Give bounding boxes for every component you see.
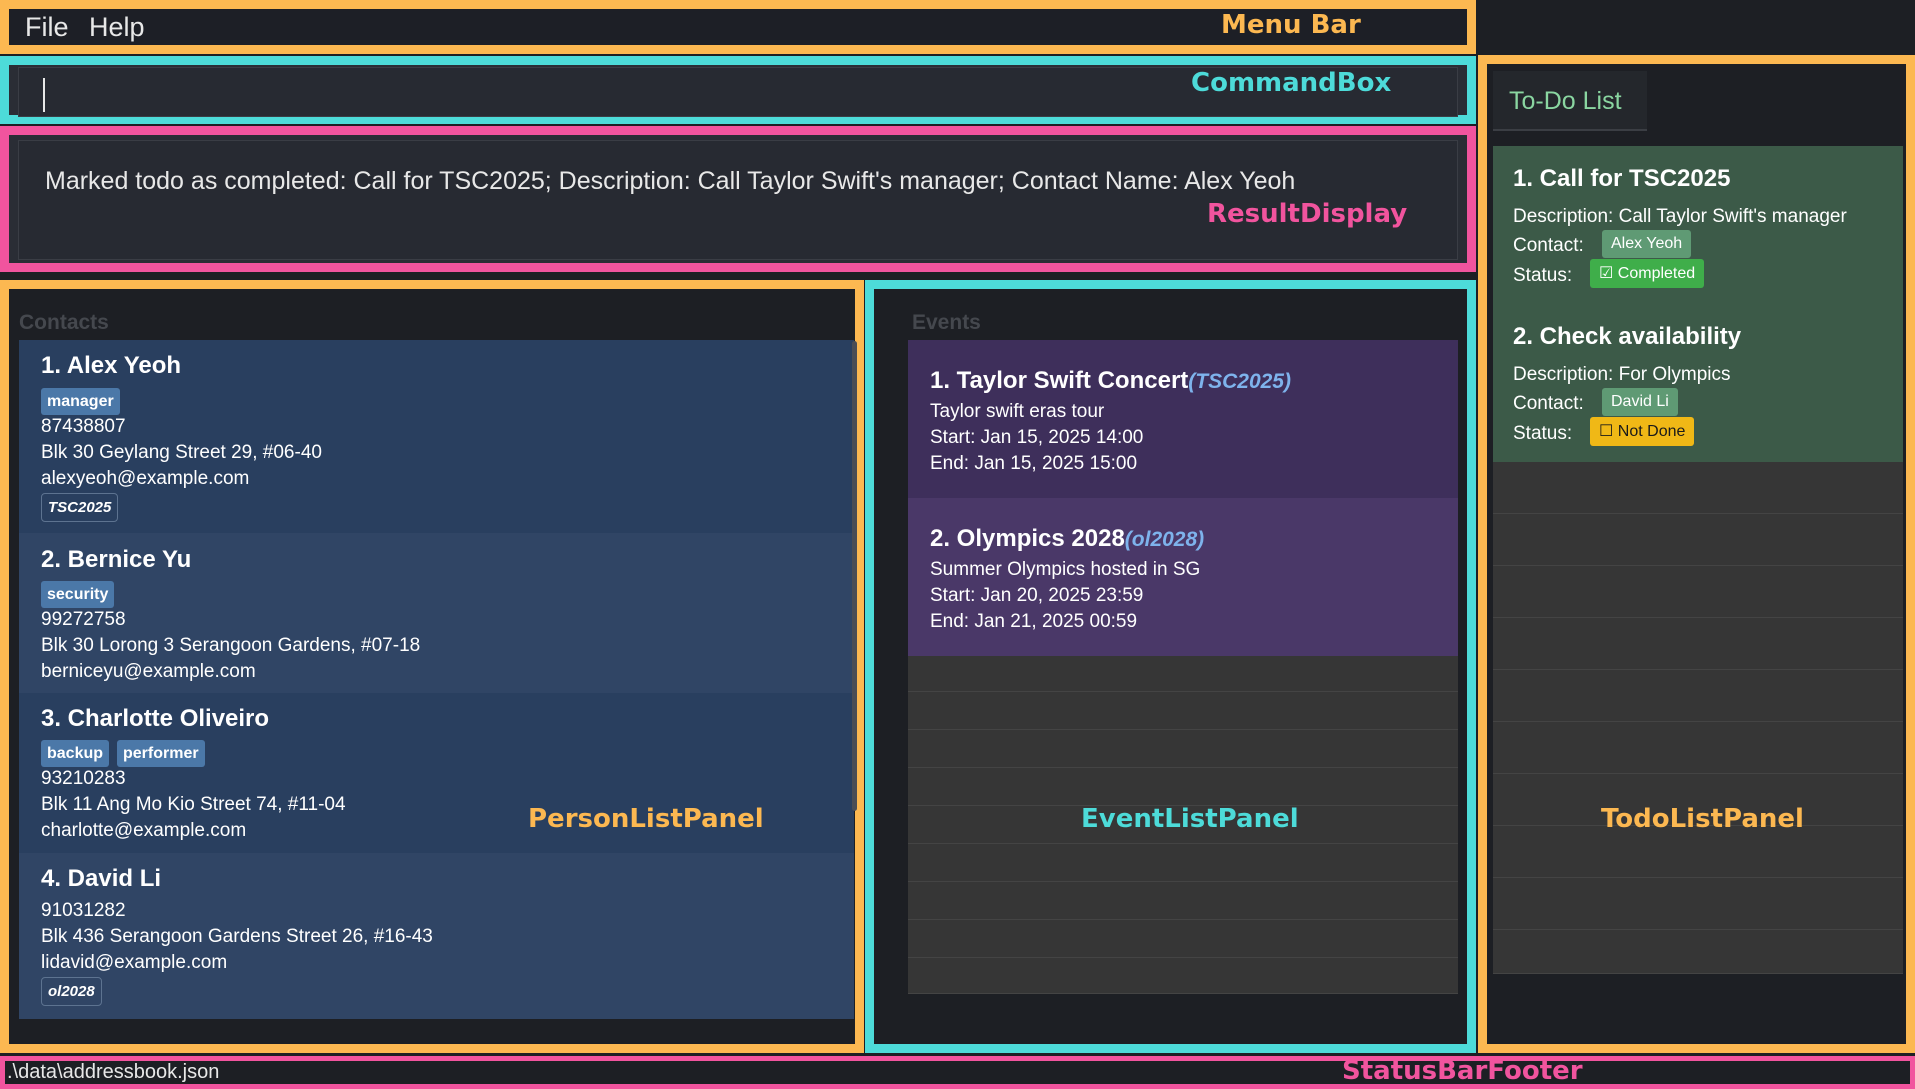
person-tag: backup bbox=[41, 740, 110, 767]
empty-row bbox=[908, 920, 1458, 958]
empty-row bbox=[908, 654, 1458, 692]
event-card[interactable]: 2. Olympics 2028(ol2028) Summer Olympics… bbox=[908, 498, 1458, 656]
todo-card[interactable]: 1. Call for TSC2025 Description: Call Ta… bbox=[1493, 146, 1903, 304]
person-address: Blk 436 Serangoon Gardens Street 26, #16… bbox=[41, 926, 433, 947]
contacts-title: Contacts bbox=[19, 311, 109, 334]
result-message: Marked todo as completed: Call for TSC20… bbox=[45, 167, 1296, 195]
empty-row bbox=[908, 730, 1458, 768]
person-email: berniceyu@example.com bbox=[41, 661, 256, 682]
event-end: End: Jan 21, 2025 00:59 bbox=[930, 611, 1138, 632]
events-title: Events bbox=[912, 311, 981, 334]
event-name-line: 1. Taylor Swift Concert(TSC2025) bbox=[930, 367, 1291, 395]
person-tag: manager bbox=[41, 388, 120, 415]
menu-bar: File Help Menu Bar bbox=[0, 0, 1476, 54]
person-email: alexyeoh@example.com bbox=[41, 468, 250, 489]
person-name: 2. Bernice Yu bbox=[41, 546, 192, 573]
event-tag: (ol2028) bbox=[1124, 528, 1205, 551]
todo-status-badge: ☑ Completed bbox=[1590, 259, 1705, 288]
person-phone: 93210283 bbox=[41, 768, 126, 789]
empty-row bbox=[1493, 618, 1903, 670]
event-start: Start: Jan 15, 2025 14:00 bbox=[930, 427, 1144, 448]
person-name: 3. Charlotte Oliveiro bbox=[41, 705, 270, 732]
person-card[interactable]: 2. Bernice Yu security 99272758 Blk 30 L… bbox=[19, 533, 854, 693]
command-box-annotation: CommandBox bbox=[1191, 68, 1392, 98]
person-address: Blk 11 Ang Mo Kio Street 74, #11-04 bbox=[41, 794, 346, 815]
person-list-scrollbar[interactable] bbox=[852, 341, 857, 811]
empty-row bbox=[1493, 878, 1903, 930]
empty-row bbox=[908, 844, 1458, 882]
event-description: Summer Olympics hosted in SG bbox=[930, 559, 1201, 580]
event-list-panel: Events 1. Taylor Swift Concert(TSC2025) … bbox=[865, 280, 1476, 1053]
empty-row bbox=[908, 768, 1458, 806]
person-address: Blk 30 Geylang Street 29, #06-40 bbox=[41, 442, 322, 463]
todo-contact-chip: David Li bbox=[1602, 388, 1678, 416]
empty-row bbox=[908, 882, 1458, 920]
person-card[interactable]: 4. David Li 91031282 Blk 436 Serangoon G… bbox=[19, 853, 854, 1019]
person-tag: security bbox=[41, 581, 115, 608]
empty-row bbox=[908, 692, 1458, 730]
todo-status-label: Status: bbox=[1513, 423, 1573, 444]
person-tag: performer bbox=[117, 740, 205, 767]
person-card[interactable]: 1. Alex Yeoh manager 87438807 Blk 30 Gey… bbox=[19, 340, 854, 533]
person-list-panel: Contacts 1. Alex Yeoh manager 87438807 B… bbox=[0, 280, 864, 1053]
todo-name: 2. Check availability bbox=[1513, 323, 1742, 350]
event-start: Start: Jan 20, 2025 23:59 bbox=[930, 585, 1144, 606]
empty-row bbox=[1493, 722, 1903, 774]
tab-todo-list[interactable]: To-Do List bbox=[1493, 71, 1647, 131]
event-end: End: Jan 15, 2025 15:00 bbox=[930, 453, 1138, 474]
empty-row bbox=[1493, 462, 1903, 514]
event-list-annotation: EventListPanel bbox=[1081, 804, 1299, 834]
result-display-annotation: ResultDisplay bbox=[1207, 199, 1408, 229]
person-address: Blk 30 Lorong 3 Serangoon Gardens, #07-1… bbox=[41, 635, 421, 656]
event-name: 2. Olympics 2028 bbox=[930, 525, 1125, 552]
event-tag: (TSC2025) bbox=[1188, 370, 1291, 393]
todo-contact-chip: Alex Yeoh bbox=[1602, 230, 1692, 258]
command-box: CommandBox bbox=[0, 56, 1476, 124]
status-file-path: .\data\addressbook.json bbox=[7, 1061, 220, 1083]
person-phone: 99272758 bbox=[41, 609, 126, 630]
top-right-blank bbox=[1476, 0, 1915, 54]
todo-description: Description: Call Taylor Swift's manager bbox=[1513, 206, 1847, 227]
event-card[interactable]: 1. Taylor Swift Concert(TSC2025) Taylor … bbox=[908, 340, 1458, 498]
empty-row bbox=[1493, 514, 1903, 566]
empty-row bbox=[1493, 670, 1903, 722]
menu-help[interactable]: Help bbox=[89, 12, 145, 43]
event-description: Taylor swift eras tour bbox=[930, 401, 1105, 422]
event-name-line: 2. Olympics 2028(ol2028) bbox=[930, 525, 1204, 553]
todo-card[interactable]: 2. Check availability Description: For O… bbox=[1493, 304, 1903, 462]
todo-list-annotation: TodoListPanel bbox=[1601, 804, 1804, 834]
person-email: lidavid@example.com bbox=[41, 952, 228, 973]
text-caret bbox=[43, 78, 45, 112]
empty-row bbox=[1493, 566, 1903, 618]
todo-contact-label: Contact: bbox=[1513, 393, 1584, 414]
person-email: charlotte@example.com bbox=[41, 820, 247, 841]
person-name: 1. Alex Yeoh bbox=[41, 352, 182, 379]
todo-status-badge: ☐ Not Done bbox=[1590, 417, 1695, 446]
todo-contact-label: Contact: bbox=[1513, 235, 1584, 256]
todo-status-label: Status: bbox=[1513, 265, 1573, 286]
event-name: 1. Taylor Swift Concert bbox=[930, 367, 1189, 394]
person-phone: 91031282 bbox=[41, 900, 126, 921]
menu-bar-annotation: Menu Bar bbox=[1221, 10, 1361, 40]
todo-description: Description: For Olympics bbox=[1513, 364, 1731, 385]
empty-row bbox=[1493, 930, 1903, 974]
person-list-annotation: PersonListPanel bbox=[528, 804, 764, 834]
status-bar-footer: .\data\addressbook.json StatusBarFooter bbox=[0, 1056, 1915, 1089]
menu-file[interactable]: File bbox=[25, 12, 69, 43]
todo-name: 1. Call for TSC2025 bbox=[1513, 165, 1731, 192]
status-bar-annotation: StatusBarFooter bbox=[1342, 1056, 1583, 1086]
result-display: Marked todo as completed: Call for TSC20… bbox=[0, 126, 1476, 272]
todo-tab-label: To-Do List bbox=[1509, 87, 1622, 115]
empty-row bbox=[908, 958, 1458, 994]
person-event-tag: ol2028 bbox=[41, 977, 102, 1006]
person-name: 4. David Li bbox=[41, 865, 162, 892]
person-phone: 87438807 bbox=[41, 416, 126, 437]
todo-list-panel: To-Do List 1. Call for TSC2025 Descripti… bbox=[1478, 55, 1915, 1053]
person-event-tag: TSC2025 bbox=[41, 493, 119, 522]
